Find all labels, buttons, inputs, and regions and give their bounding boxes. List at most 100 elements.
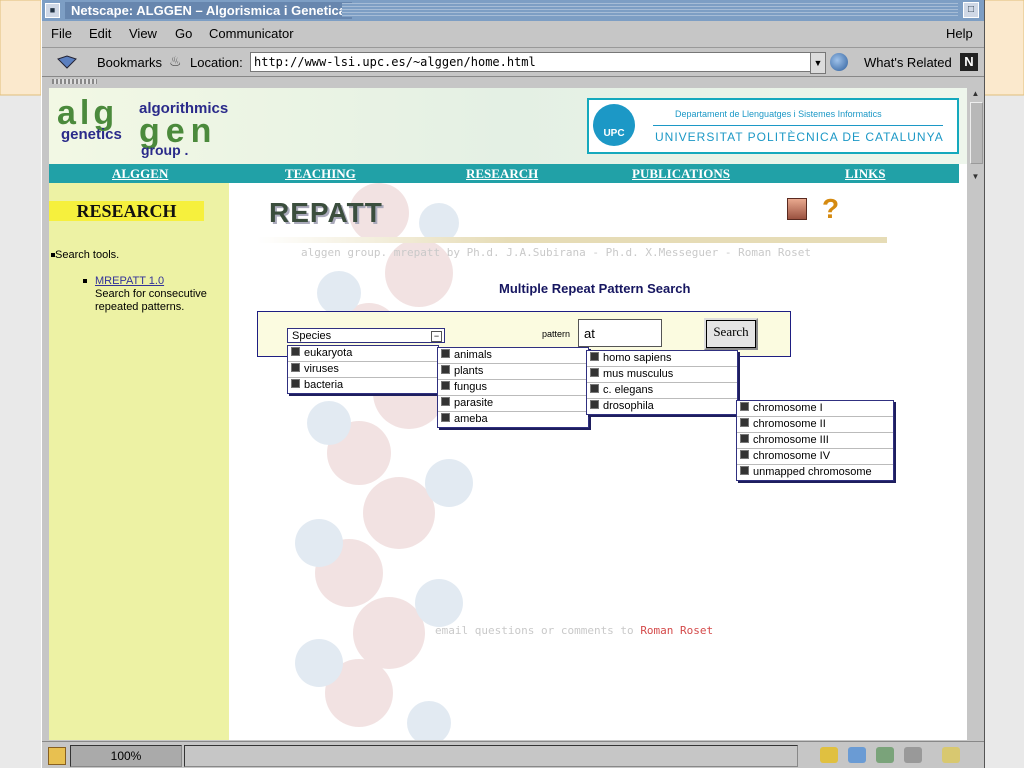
- sidebar-title: RESEARCH: [49, 201, 204, 221]
- scroll-down-icon[interactable]: ▼: [969, 171, 982, 183]
- main-panel: REPATT ? alggen group. mrepatt by Ph.d. …: [229, 183, 967, 740]
- list-item-animals[interactable]: animals: [438, 348, 588, 364]
- scroll-thumb[interactable]: [970, 102, 983, 164]
- mrepatt-link[interactable]: MREPATT 1.0: [95, 275, 225, 288]
- list-item-label: chromosome IV: [753, 450, 831, 462]
- nav-link-publications[interactable]: PUBLICATIONS: [632, 166, 730, 182]
- checkbox-icon[interactable]: [740, 466, 749, 475]
- whats-related-button[interactable]: What's Related: [864, 55, 952, 70]
- checkbox-icon[interactable]: [441, 365, 450, 374]
- location-toolbar: Bookmarks ♨ Location: http://www-lsi.upc…: [42, 48, 984, 77]
- list-item-plants[interactable]: plants: [438, 364, 588, 380]
- mrepatt-description: Search for consecutive repeated patterns…: [95, 288, 207, 313]
- list-item-chromosome-iv[interactable]: chromosome IV: [737, 449, 893, 465]
- checkbox-icon[interactable]: [740, 418, 749, 427]
- bookmarks-label[interactable]: Bookmarks: [97, 55, 162, 70]
- globe-icon[interactable]: [830, 53, 848, 71]
- list-item-label: chromosome I: [753, 402, 823, 414]
- discussions-icon[interactable]: [876, 747, 894, 763]
- maximize-button[interactable]: □: [963, 2, 979, 18]
- repatt-title: REPATT: [269, 197, 383, 228]
- bookmarks-icon[interactable]: [57, 55, 77, 69]
- list-item-chromosome-i[interactable]: chromosome I: [737, 401, 893, 417]
- toolbar-grip[interactable]: [52, 79, 97, 84]
- upc-banner[interactable]: UPC Departament de Llenguatges i Sisteme…: [587, 98, 959, 154]
- location-icon: ♨: [169, 53, 182, 69]
- list-item-label: bacteria: [304, 379, 344, 391]
- list-item-mus-musculus[interactable]: mus musculus: [587, 367, 737, 383]
- site-header: alg genetics algorithmics gen group . UP…: [49, 88, 967, 164]
- upc-divider: [653, 125, 943, 126]
- pattern-input[interactable]: at: [578, 319, 662, 347]
- menu-file[interactable]: File: [51, 26, 72, 41]
- help-icon[interactable]: ?: [822, 193, 839, 225]
- checkbox-icon[interactable]: [740, 402, 749, 411]
- list-item-eukaryota[interactable]: eukaryota: [288, 346, 438, 362]
- list-item-drosophila[interactable]: drosophila: [587, 399, 737, 414]
- list-item-chromosome-ii[interactable]: chromosome II: [737, 417, 893, 433]
- checkbox-icon[interactable]: [441, 413, 450, 422]
- checkbox-icon[interactable]: [590, 400, 599, 409]
- netscape-logo[interactable]: N: [960, 53, 978, 71]
- list-item-label: drosophila: [603, 400, 654, 412]
- window-title: Netscape: ALGGEN – Algorismica i Genetic…: [65, 2, 353, 19]
- email-link[interactable]: Roman Roset: [640, 624, 713, 637]
- kingdom-list: eukaryota viruses bacteria: [287, 345, 439, 394]
- checkbox-icon[interactable]: [590, 368, 599, 377]
- collapse-icon[interactable]: −: [431, 331, 442, 342]
- checkbox-icon[interactable]: [740, 450, 749, 459]
- window-menu-icon[interactable]: ■: [45, 3, 60, 18]
- nav-link-teaching[interactable]: TEACHING: [285, 166, 356, 182]
- dna-helix-background: [295, 183, 473, 740]
- checkbox-icon[interactable]: [291, 347, 300, 356]
- species-label: Species: [292, 330, 332, 342]
- nav-link-links[interactable]: LINKS: [845, 166, 885, 182]
- scroll-up-icon[interactable]: ▲: [969, 88, 982, 100]
- list-item-viruses[interactable]: viruses: [288, 362, 438, 378]
- page-subtitle: Multiple Repeat Pattern Search: [499, 281, 691, 296]
- menu-help[interactable]: Help: [946, 26, 973, 41]
- list-item-label: unmapped chromosome: [753, 466, 872, 478]
- email-text: email questions or comments to: [435, 624, 641, 637]
- url-field[interactable]: http://www-lsi.upc.es/~alggen/home.html: [250, 52, 814, 72]
- checkbox-icon[interactable]: [441, 381, 450, 390]
- list-item-label: c. elegans: [603, 384, 654, 396]
- title-bar: ■ Netscape: ALGGEN – Algorismica i Genet…: [42, 0, 984, 21]
- checkbox-icon[interactable]: [740, 434, 749, 443]
- nav-link-research[interactable]: RESEARCH: [466, 166, 538, 182]
- list-item-unmapped-chromosome[interactable]: unmapped chromosome: [737, 465, 893, 480]
- security-lock-icon[interactable]: [48, 747, 66, 765]
- navigator-icon[interactable]: [820, 747, 838, 763]
- list-item-bacteria[interactable]: bacteria: [288, 378, 438, 393]
- checkbox-icon[interactable]: [291, 363, 300, 372]
- list-item-chromosome-iii[interactable]: chromosome III: [737, 433, 893, 449]
- search-button[interactable]: Search: [704, 318, 758, 350]
- list-item-ameba[interactable]: ameba: [438, 412, 588, 427]
- mail-icon[interactable]: [848, 747, 866, 763]
- menu-go[interactable]: Go: [175, 26, 192, 41]
- list-item-label: ameba: [454, 413, 488, 425]
- toolbox-icon[interactable]: [787, 198, 807, 220]
- checkbox-icon[interactable]: [590, 352, 599, 361]
- status-bar: 100%: [42, 741, 984, 768]
- list-item-c-elegans[interactable]: c. elegans: [587, 383, 737, 399]
- list-item-parasite[interactable]: parasite: [438, 396, 588, 412]
- edit-icon[interactable]: [942, 747, 960, 763]
- list-item-homo-sapiens[interactable]: homo sapiens: [587, 351, 737, 367]
- checkbox-icon[interactable]: [441, 397, 450, 406]
- checkbox-icon[interactable]: [441, 349, 450, 358]
- nav-bar: ALGGEN TEACHING RESEARCH PUBLICATIONS LI…: [49, 164, 959, 183]
- progress-indicator: 100%: [70, 745, 182, 767]
- list-item-fungus[interactable]: fungus: [438, 380, 588, 396]
- menu-communicator[interactable]: Communicator: [209, 26, 294, 41]
- menu-view[interactable]: View: [129, 26, 157, 41]
- species-select[interactable]: Species −: [287, 328, 445, 343]
- checkbox-icon[interactable]: [590, 384, 599, 393]
- composer-icon[interactable]: [904, 747, 922, 763]
- url-dropdown-icon[interactable]: ▼: [810, 52, 826, 74]
- list-item-label: homo sapiens: [603, 352, 672, 364]
- nav-link-alggen[interactable]: ALGGEN: [112, 166, 168, 182]
- menu-edit[interactable]: Edit: [89, 26, 111, 41]
- vertical-scrollbar[interactable]: ▲ ▼: [969, 88, 983, 183]
- checkbox-icon[interactable]: [291, 379, 300, 388]
